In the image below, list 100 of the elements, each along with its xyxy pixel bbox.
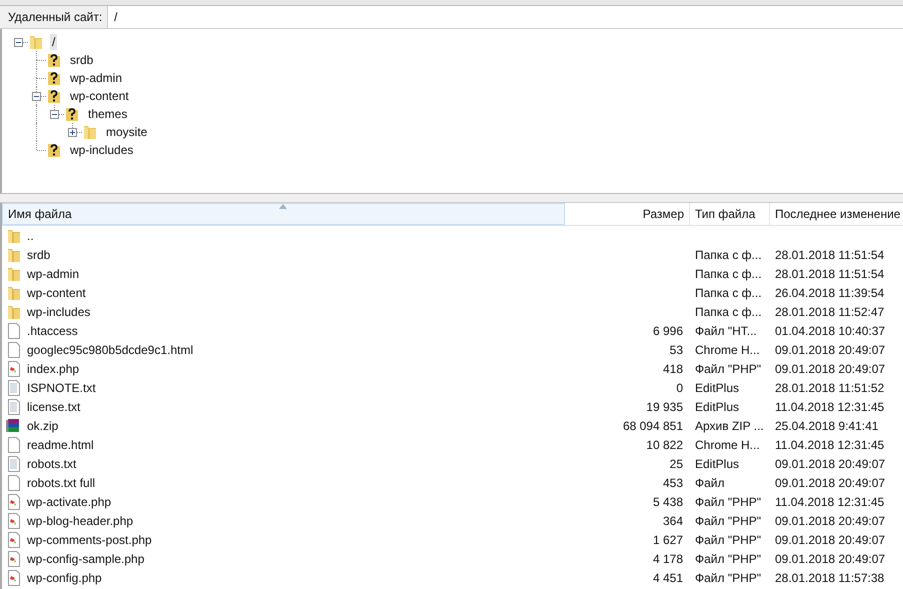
tree-item[interactable]: srdb [68,52,96,68]
file-size: 418 [662,362,683,376]
file-name[interactable]: wp-activate.php [27,494,112,508]
tree-item[interactable]: themes [86,106,130,122]
file-type: Папка с ф... [695,248,762,262]
file-name[interactable]: srdb [27,248,50,262]
modified-date: 11.04.2018 12:31:45 [775,400,884,414]
file-name[interactable]: .htaccess [27,324,78,338]
unknown-folder-icon [46,142,62,158]
file-name[interactable]: .. [27,228,34,242]
file-name[interactable]: wp-admin [27,266,80,280]
file-size: 1 627 [652,532,683,546]
collapse-icon[interactable] [32,92,41,101]
file-type: Файл "PHP" [695,532,762,546]
modified-date: 26.04.2018 11:39:54 [775,286,884,300]
file-name[interactable]: ISPNOTE.txt [27,380,96,394]
file-type: Файл "PHP" [695,514,762,528]
file-icon [6,474,22,490]
file-name[interactable]: wp-config-sample.php [27,552,144,566]
file-type: EditPlus [695,380,740,394]
modified-date: 28.01.2018 11:52:47 [775,304,884,318]
php-file-icon [6,532,22,548]
remote-site-label: Удаленный сайт: [0,6,108,28]
php-file-icon [6,494,22,510]
file-type: Файл "HT... [695,324,757,338]
file-name[interactable]: ok.zip [27,418,58,432]
modified-date: 28.01.2018 11:51:54 [775,266,884,280]
modified-date: 28.01.2018 11:57:38 [775,570,884,584]
file-type: Chrome H... [695,438,760,452]
tree-item[interactable]: moysite [104,124,150,140]
folder-icon [6,246,22,262]
unknown-folder-icon [64,106,80,122]
php-file-icon [6,512,22,528]
file-name[interactable]: index.php [27,362,80,376]
folder-icon [28,34,44,50]
modified-date: 11.04.2018 12:31:45 [775,438,884,452]
file-size: 5 438 [652,494,683,508]
file-icon [6,322,22,338]
file-type: Файл "PHP" [695,362,762,376]
php-file-icon [6,360,22,376]
column-header[interactable]: Имя файла [2,203,565,225]
file-type: Файл "PHP" [695,494,762,508]
modified-date: 28.01.2018 11:51:52 [775,380,884,394]
file-name[interactable]: wp-blog-header.php [27,514,134,528]
modified-date: 09.01.2018 20:49:07 [775,342,886,356]
modified-date: 09.01.2018 20:49:07 [775,532,886,546]
file-type: Файл "PHP" [695,552,762,566]
file-size: 4 178 [652,552,683,566]
php-file-icon [6,550,22,566]
tree-item[interactable]: wp-includes [68,142,136,158]
file-name[interactable]: wp-comments-post.php [27,532,152,546]
file-type: EditPlus [695,400,740,414]
file-type: Файл "PHP" [695,570,762,584]
text-file-icon [6,380,22,396]
file-name[interactable]: wp-includes [27,304,90,318]
file-icon [6,436,22,452]
sort-arrow-icon [279,204,287,209]
php-file-icon [6,570,22,586]
file-size: 364 [662,514,683,528]
file-size: 453 [662,476,683,490]
file-type: Папка с ф... [695,304,762,318]
file-type: EditPlus [695,456,740,470]
file-size: 68 094 851 [622,418,683,432]
tree-item[interactable]: wp-content [68,88,131,104]
file-type: Файл [695,476,725,490]
modified-date: 09.01.2018 20:49:07 [775,476,886,490]
file-name[interactable]: robots.txt full [27,476,96,490]
unknown-folder-icon [46,88,62,104]
modified-date: 11.04.2018 12:31:45 [775,494,884,508]
file-name[interactable]: robots.txt [27,456,76,470]
file-type: Папка с ф... [695,286,762,300]
file-size: 6 996 [652,324,683,338]
archive-icon [6,418,22,434]
modified-date: 09.01.2018 20:49:07 [775,514,886,528]
file-icon [6,342,22,358]
modified-date: 28.01.2018 11:51:54 [775,248,884,262]
folder-icon [82,124,98,140]
folder-icon [6,266,22,282]
file-size: 10 822 [646,438,683,452]
file-size: 53 [670,342,683,356]
file-type: Chrome H... [695,342,760,356]
expand-icon[interactable] [68,128,77,137]
modified-date: 25.04.2018 9:41:41 [775,418,878,432]
file-name[interactable]: googlec95c980b5dcde9c1.html [27,342,194,356]
modified-date: 09.01.2018 20:49:07 [775,456,886,470]
file-name[interactable]: wp-content [27,286,86,300]
file-name[interactable]: license.txt [27,400,80,414]
file-type: Архив ZIP ... [695,418,764,432]
collapse-icon[interactable] [50,110,59,119]
file-name[interactable]: readme.html [27,438,94,452]
folder-icon [6,304,22,320]
file-size: 19 935 [646,400,683,414]
modified-date: 09.01.2018 20:49:07 [775,362,886,376]
file-name[interactable]: wp-config.php [27,570,102,584]
tree-item[interactable]: / [50,34,58,50]
text-file-icon [6,398,22,414]
collapse-icon[interactable] [14,38,23,47]
file-type: Папка с ф... [695,266,762,280]
modified-date: 09.01.2018 20:49:07 [775,552,886,566]
tree-item[interactable]: wp-admin [68,70,124,86]
